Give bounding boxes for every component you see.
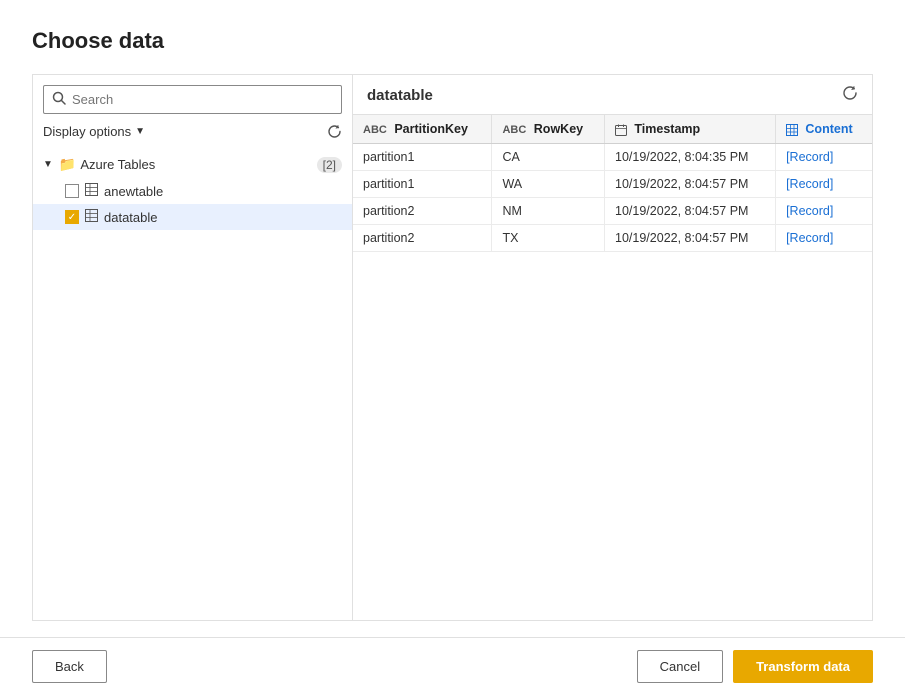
left-panel: Display options ▼ ▼ 📁 Azure Tables [2]	[32, 74, 352, 621]
col-header-rowkey: ABC RowKey	[492, 115, 605, 144]
table-header-row: ABC PartitionKey ABC RowKey	[353, 115, 872, 144]
cell-content: [Record]	[776, 171, 872, 198]
anewtable-label: anewtable	[104, 184, 163, 199]
footer-right: Cancel Transform data	[637, 650, 873, 683]
table-row: partition1 WA 10/19/2022, 8:04:57 PM [Re…	[353, 171, 872, 198]
display-options-label: Display options	[43, 124, 131, 139]
cell-rowkey: TX	[492, 225, 605, 252]
display-options-button[interactable]: Display options ▼	[43, 124, 145, 139]
display-options-row: Display options ▼	[33, 120, 352, 147]
cell-partitionkey: partition1	[353, 144, 492, 171]
cell-partitionkey: partition2	[353, 198, 492, 225]
table-row: partition1 CA 10/19/2022, 8:04:35 PM [Re…	[353, 144, 872, 171]
preview-refresh-button[interactable]	[842, 85, 858, 106]
table-icon-datatable	[85, 209, 98, 225]
footer-left: Back	[32, 650, 107, 683]
checkbox-anewtable[interactable]	[65, 184, 79, 198]
cell-rowkey: NM	[492, 198, 605, 225]
preview-header: datatable	[353, 75, 872, 115]
page-title: Choose data	[32, 28, 873, 54]
col-header-timestamp: Timestamp	[605, 115, 776, 144]
chevron-down-icon: ▼	[135, 126, 145, 137]
preview-title: datatable	[367, 87, 433, 104]
tree-area: ▼ 📁 Azure Tables [2]	[33, 147, 352, 620]
cell-content: [Record]	[776, 144, 872, 171]
grid-icon-content	[786, 122, 801, 136]
folder-label: Azure Tables	[80, 157, 312, 172]
cell-rowkey: CA	[492, 144, 605, 171]
abc-icon-rowkey: ABC	[502, 124, 526, 136]
footer: Back Cancel Transform data	[0, 637, 905, 695]
right-panel: datatable ABC PartitionKey	[352, 74, 873, 621]
tree-item-anewtable[interactable]: anewtable	[33, 178, 352, 204]
cell-timestamp: 10/19/2022, 8:04:35 PM	[605, 144, 776, 171]
transform-data-button[interactable]: Transform data	[733, 650, 873, 683]
data-table: ABC PartitionKey ABC RowKey	[353, 115, 872, 252]
tree-item-datatable[interactable]: ✓ datatable	[33, 204, 352, 230]
checkbox-datatable[interactable]: ✓	[65, 210, 79, 224]
folder-count: [2]	[317, 157, 342, 173]
left-refresh-button[interactable]	[327, 124, 342, 139]
table-body: partition1 CA 10/19/2022, 8:04:35 PM [Re…	[353, 144, 872, 252]
col-header-content: Content	[776, 115, 872, 144]
cell-content: [Record]	[776, 225, 872, 252]
cell-timestamp: 10/19/2022, 8:04:57 PM	[605, 225, 776, 252]
table-icon-anewtable	[85, 183, 98, 199]
cell-partitionkey: partition2	[353, 225, 492, 252]
datatable-label: datatable	[104, 210, 158, 225]
folder-icon: 📁	[59, 156, 76, 173]
back-button[interactable]: Back	[32, 650, 107, 683]
cell-timestamp: 10/19/2022, 8:04:57 PM	[605, 171, 776, 198]
cell-timestamp: 10/19/2022, 8:04:57 PM	[605, 198, 776, 225]
cell-rowkey: WA	[492, 171, 605, 198]
search-box	[43, 85, 342, 114]
folder-azure-tables[interactable]: ▼ 📁 Azure Tables [2]	[33, 151, 352, 178]
cell-content: [Record]	[776, 198, 872, 225]
cell-partitionkey: partition1	[353, 171, 492, 198]
table-row: partition2 NM 10/19/2022, 8:04:57 PM [Re…	[353, 198, 872, 225]
cancel-button[interactable]: Cancel	[637, 650, 723, 683]
abc-icon-partitionkey: ABC	[363, 124, 387, 136]
calendar-icon-timestamp	[615, 122, 630, 136]
data-table-container: ABC PartitionKey ABC RowKey	[353, 115, 872, 620]
col-header-partitionkey: ABC PartitionKey	[353, 115, 492, 144]
table-row: partition2 TX 10/19/2022, 8:04:57 PM [Re…	[353, 225, 872, 252]
search-icon	[52, 91, 66, 108]
search-input[interactable]	[72, 92, 333, 107]
expand-icon: ▼	[43, 159, 53, 170]
